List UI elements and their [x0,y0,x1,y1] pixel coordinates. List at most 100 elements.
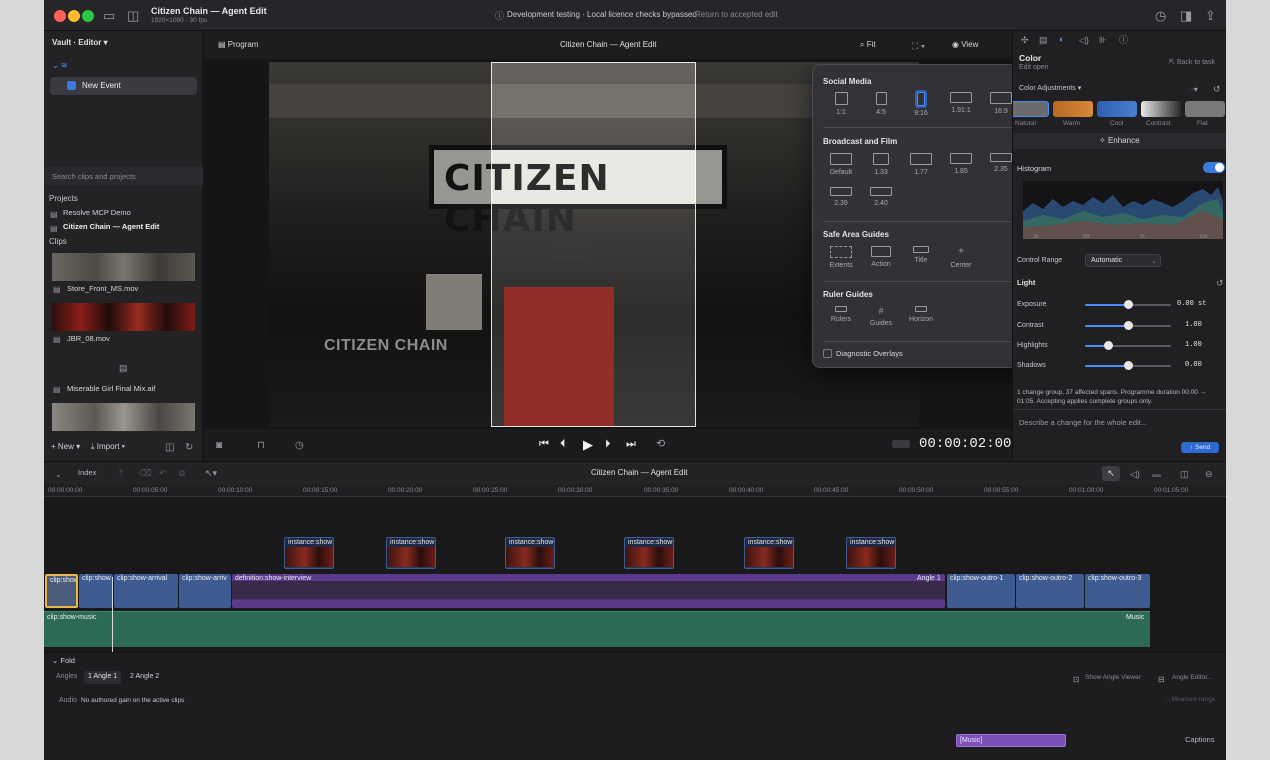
duplicate-icon[interactable]: ⧉ [179,467,185,480]
grid-view-icon[interactable]: ◫ [165,441,174,454]
settings-menu-icon[interactable]: ◌▾ [1189,83,1198,96]
playhead[interactable] [112,577,113,652]
import-button[interactable]: ⤓ Import ▾ [91,442,125,452]
program-tab[interactable]: ▤ Program [218,40,258,49]
transform-tab-icon[interactable]: ✣ [1021,34,1029,47]
play-icon[interactable]: ▶ [583,437,593,453]
primary-clip[interactable]: clip:show-arriv [179,574,231,608]
ratio-9-16[interactable]: 9:16 [905,92,937,117]
ratio-default[interactable]: Default [825,153,857,176]
show-angle-viewer[interactable]: Show Angle Viewer [1085,674,1141,681]
highlights-slider[interactable] [1085,341,1171,350]
preset-contrast[interactable] [1141,101,1181,117]
view-menu[interactable]: ◉ View [952,40,978,49]
loop-icon[interactable]: ⟲ [656,438,665,451]
adjustments-menu[interactable]: Color Adjustments ▾ [1019,84,1081,92]
slider-knob[interactable] [1124,321,1133,330]
preset-flat[interactable] [1185,101,1225,117]
connected-clip[interactable]: instance:show- [624,537,674,569]
refresh-icon[interactable]: ↻ [185,441,193,454]
range-select[interactable]: Automatic ⌄ [1085,254,1161,267]
fold-toggle[interactable]: ⌄ Fold [52,656,75,665]
history-icon[interactable]: ◷ [1155,9,1166,22]
primary-clip[interactable]: clip:show-outro-3 [1085,574,1150,608]
slider-value[interactable]: 0.00 st [1177,300,1206,308]
ruler-horizon[interactable]: Horizon [905,306,937,323]
slider-knob[interactable] [1104,341,1113,350]
close-window-button[interactable] [54,10,66,22]
primary-clip[interactable]: clip:show-outro-2 [1016,574,1084,608]
connected-clip[interactable]: instance:show- [846,537,896,569]
fit-zoom-menu[interactable]: ⌕ Fit [860,40,876,50]
ratio-2-40[interactable]: 2.40 [865,187,897,207]
send-button[interactable]: ↑ Send [1181,442,1219,453]
ratio-1-33[interactable]: 1.33 [865,153,897,176]
music-audio-clip[interactable]: clip:show-music Music [44,611,1150,647]
reset-icon[interactable]: ↺ [1213,83,1221,96]
zoom-window-button[interactable] [82,10,94,22]
light-reset-icon[interactable]: ↺ [1216,277,1224,290]
color-tab-icon[interactable]: ◐ [1059,34,1064,44]
enhance-button[interactable]: ✧ Enhance [1013,133,1226,149]
connected-clip[interactable]: instance:show [284,537,334,569]
undo-icon[interactable]: ↶ [159,467,167,480]
clip-name[interactable]: Store_Front_MS.mov [67,284,138,293]
library-selector[interactable]: Vault · Editor ▾ [52,38,108,47]
step-back-icon[interactable]: ⏴ [560,438,566,451]
ratio-2-39[interactable]: 2.39 [825,187,857,207]
primary-clip[interactable]: clip:show-outro-1 [947,574,1015,608]
prompt-input[interactable]: Describe a change for the whole edit... [1019,418,1147,427]
ratio-1-77[interactable]: 1.77 [905,153,937,176]
connected-clip[interactable]: instance:show [386,537,436,569]
share-icon[interactable]: ⇪ [1205,9,1216,22]
aspect-guides-icon[interactable]: ⛶ ▾ [912,40,925,53]
zoom-icon[interactable]: ⊖ [1205,468,1213,481]
histogram-toggle[interactable] [1203,162,1225,173]
bookmark-icon[interactable]: ⊓ [257,439,265,452]
multicam-clip[interactable]: definition:show-interview Angle 1 [232,574,945,608]
minimize-window-button[interactable] [68,10,80,22]
safe-extents[interactable]: Extents [825,246,857,269]
info-tab-icon[interactable]: ⓘ [1119,34,1128,47]
ruler-guides[interactable]: # Guides [865,306,897,327]
search-field[interactable]: Search clips and projects [44,167,203,185]
step-forward-icon[interactable]: ⏵ [605,438,611,451]
safe-title[interactable]: Title [905,246,937,264]
clip-thumbnail[interactable] [52,303,195,331]
timeline-tracks[interactable]: instance:show instance:show instance:sho… [44,497,1226,652]
primary-clip[interactable]: clip:show-arrival [114,574,178,608]
back-to-task[interactable]: ⇱ Back to task [1169,58,1215,66]
blade-icon[interactable]: ⤒ [119,467,123,480]
slider-value[interactable]: 0.00 [1185,361,1202,369]
sidebar-toggle-icon[interactable]: ◫ [127,9,139,22]
safe-center[interactable]: + Center [945,246,977,269]
ratio-4-5[interactable]: 4:5 [865,92,897,116]
primary-clip-selected[interactable]: clip:show [45,574,78,608]
jump-start-icon[interactable]: ⏮ [539,438,549,451]
scopes-tab-icon[interactable]: ⊪ [1099,34,1107,47]
select-tool-icon[interactable]: ↖ [1102,466,1120,481]
project-item-citizen[interactable]: Citizen Chain — Agent Edit [63,222,159,231]
ratio-1-91-1[interactable]: 1.91:1 [945,92,977,114]
angle-button-1[interactable]: 1 Angle 1 [84,671,122,684]
project-item-resolve[interactable]: Resolve MCP Demo [63,208,131,217]
music-marker[interactable]: [Music] [956,734,1066,747]
pointer-tool-icon[interactable]: ↖▾ [205,467,217,480]
trash-icon[interactable]: ⌫ [139,467,152,480]
return-link[interactable]: Return to accepted edit [695,10,778,19]
audio-tab-icon[interactable]: ◁) [1079,34,1089,47]
audio-skimming-icon[interactable]: ◁) [1130,468,1140,481]
connected-clip[interactable]: instance:show- [505,537,555,569]
ratio-1-85[interactable]: 1.85 [945,153,977,175]
shadows-slider[interactable] [1085,361,1171,370]
exposure-slider[interactable] [1085,300,1171,309]
slider-knob[interactable] [1124,361,1133,370]
safe-action[interactable]: Action [865,246,897,268]
layers-icon[interactable]: ⌄ ≋ [52,61,68,70]
ruler-rulers[interactable]: Rulers [825,306,857,323]
ratio-1-1[interactable]: 1:1 [825,92,857,116]
index-button[interactable]: Index [78,468,96,477]
diagnostic-checkbox[interactable] [823,349,832,358]
clip-thumbnail[interactable] [52,403,195,431]
preset-warm[interactable] [1053,101,1093,117]
